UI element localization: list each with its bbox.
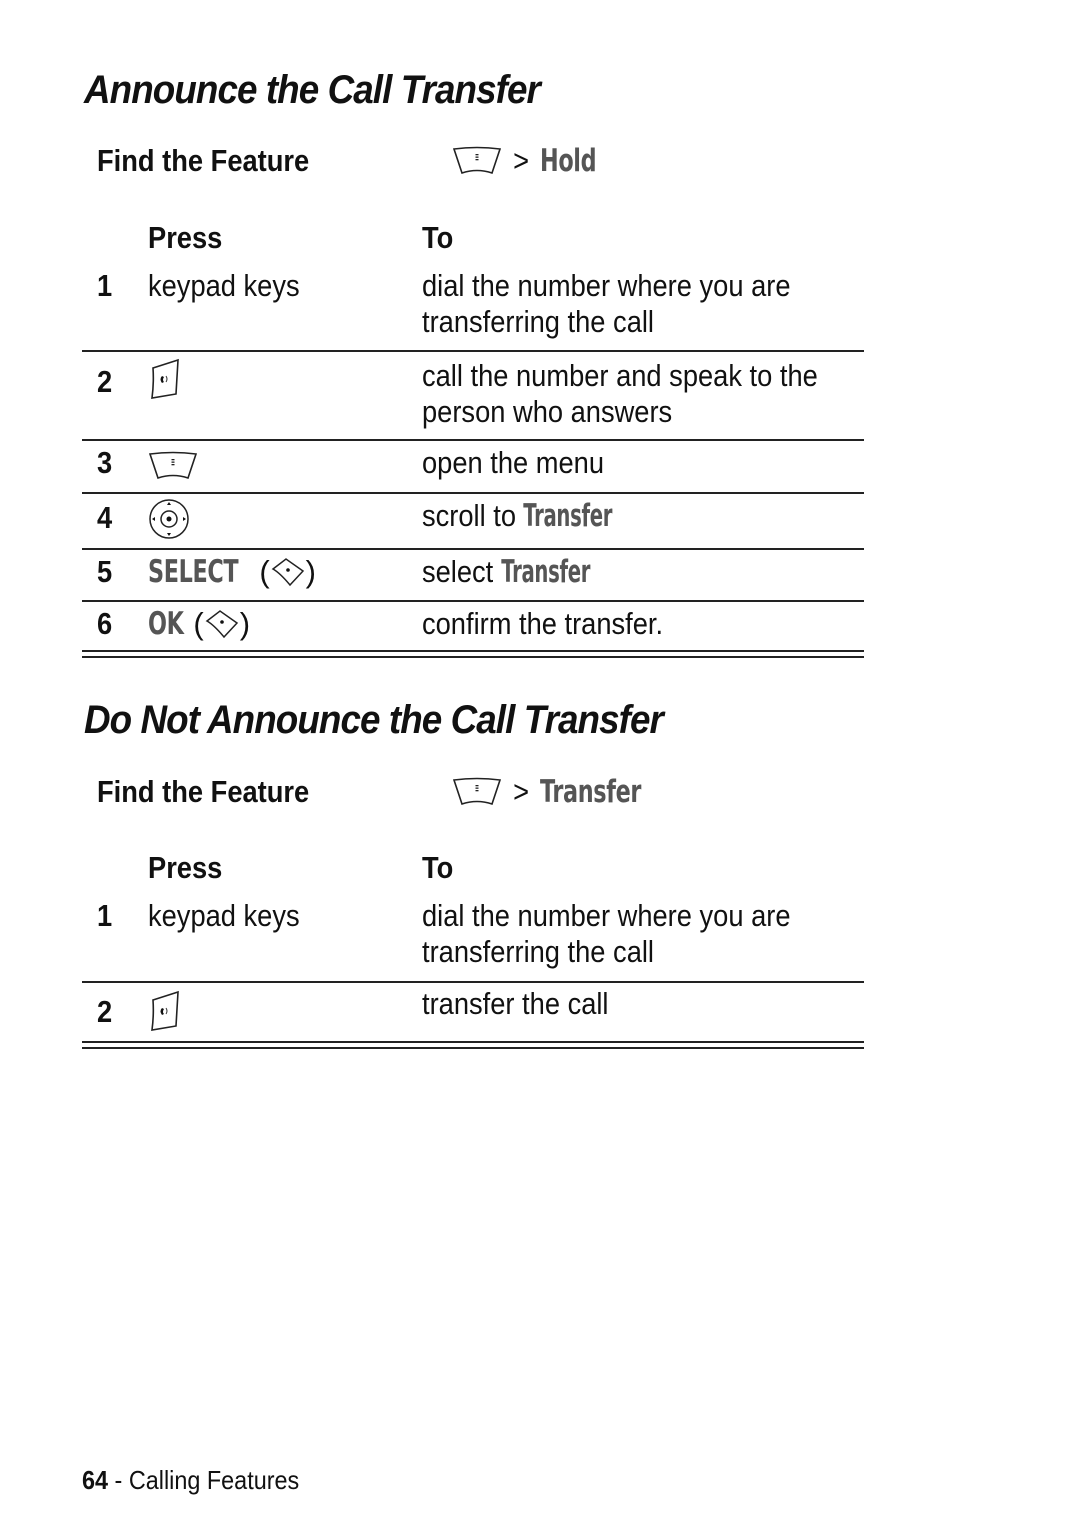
- step-description: transfer the call: [422, 986, 609, 1021]
- step-description: transferring the call: [422, 304, 654, 339]
- path-separator: >: [513, 143, 530, 178]
- step-number: 5: [97, 554, 113, 589]
- page-footer: 64 - Calling Features: [82, 1465, 299, 1496]
- section-title: Announce the Call Transfer: [84, 68, 541, 112]
- path-item-transfer: Transfer: [540, 774, 642, 810]
- send-key-icon: [148, 990, 182, 1034]
- table-end-rule: [82, 1041, 864, 1043]
- table-end-rule: [82, 1047, 864, 1049]
- row-divider: [82, 600, 864, 602]
- row-divider: [82, 548, 864, 550]
- find-feature-label: Find the Feature: [97, 774, 310, 809]
- display-item-transfer: Transfer: [523, 498, 613, 534]
- step-description: open the menu: [422, 445, 605, 480]
- select-soft-key-label: SELECT: [148, 554, 239, 590]
- menu-key-icon: [452, 146, 502, 176]
- table-end-rule: [82, 650, 864, 652]
- row-divider: [82, 492, 864, 494]
- feature-path: > Hold: [452, 143, 618, 179]
- row-divider: [82, 350, 864, 352]
- press-keypad-keys: keypad keys: [148, 268, 300, 303]
- step-description: confirm the transfer.: [422, 606, 664, 641]
- step-description: dial the number where you are: [422, 268, 791, 303]
- page-number: 64: [82, 1465, 109, 1495]
- step-description: scroll to: [422, 498, 516, 533]
- column-header-to: To: [422, 850, 454, 885]
- column-header-to: To: [422, 220, 454, 255]
- step-number: 1: [97, 898, 113, 933]
- display-item-transfer: Transfer: [500, 554, 590, 590]
- press-keypad-keys: keypad keys: [148, 898, 300, 933]
- footer-separator: -: [108, 1465, 129, 1495]
- path-separator: >: [513, 774, 530, 809]
- right-soft-key-icon: [270, 557, 306, 587]
- step-number: 1: [97, 268, 113, 303]
- step-description: person who answers: [422, 394, 673, 429]
- path-item-hold: Hold: [540, 143, 597, 179]
- send-key-icon: [148, 358, 182, 402]
- ok-soft-key-label: OK: [148, 606, 184, 642]
- row-divider: [82, 439, 864, 441]
- footer-section: Calling Features: [128, 1465, 300, 1495]
- section-title: Do Not Announce the Call Transfer: [84, 698, 664, 742]
- table-end-rule: [82, 656, 864, 658]
- step-number: 2: [97, 364, 113, 399]
- step-description: select: [422, 554, 494, 589]
- step-number: 2: [97, 994, 113, 1029]
- right-soft-key-icon: [204, 609, 240, 639]
- step-number: 4: [97, 500, 113, 535]
- step-number: 3: [97, 445, 113, 480]
- menu-key-icon: [452, 777, 502, 807]
- column-header-press: Press: [148, 850, 223, 885]
- step-number: 6: [97, 606, 113, 641]
- nav-key-icon: [148, 498, 190, 540]
- column-header-press: Press: [148, 220, 223, 255]
- step-description: call the number and speak to the: [422, 358, 818, 393]
- find-feature-label: Find the Feature: [97, 143, 310, 178]
- row-divider: [82, 981, 864, 983]
- step-description: transferring the call: [422, 934, 654, 969]
- menu-key-icon: [148, 451, 198, 481]
- step-description: dial the number where you are: [422, 898, 791, 933]
- feature-path: > Transfer: [452, 774, 680, 810]
